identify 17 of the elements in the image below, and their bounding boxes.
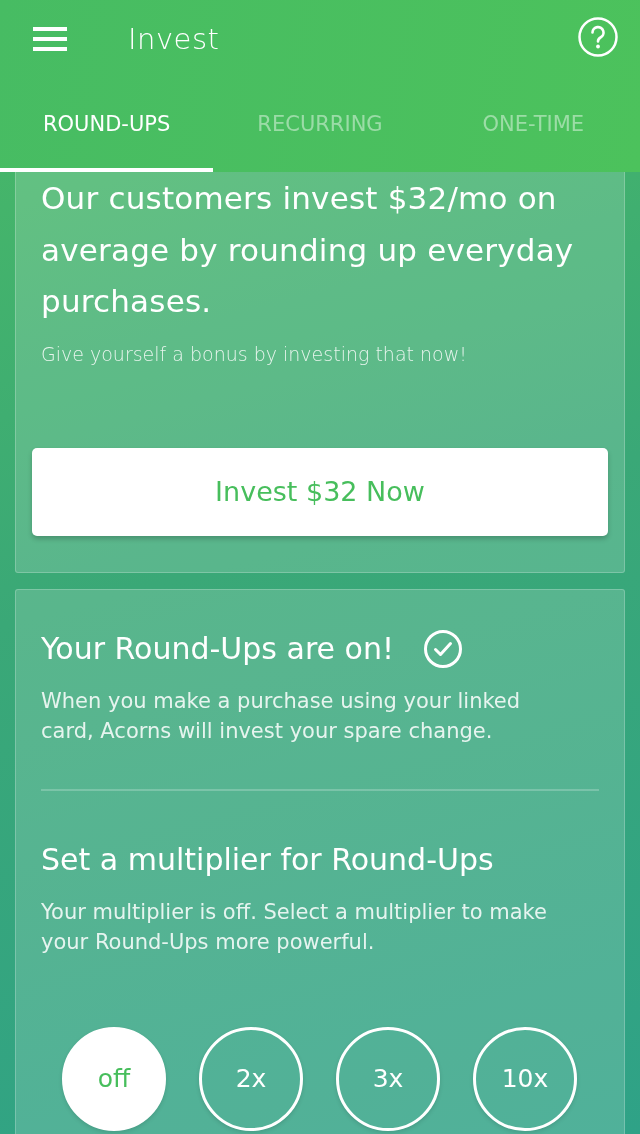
page-title: Invest: [128, 22, 221, 56]
multiplier-title: Set a multiplier for Round-Ups: [41, 840, 495, 879]
tab[interactable]: RECURRING: [213, 78, 427, 172]
multiplier-option[interactable]: 3x: [336, 1026, 440, 1131]
multiplier-option[interactable]: 10x: [473, 1026, 577, 1131]
help-icon[interactable]: [578, 17, 618, 57]
description-text: When you make a purchase using your linked card, Acorns will invest your spare change.: [41, 687, 522, 745]
tab[interactable]: ONE-TIME: [426, 78, 640, 172]
headline-text: Our customers invest $32/mo on average by rounding up everyday purchases.: [40, 179, 575, 321]
invest-button[interactable]: Invest $32 Now: [32, 447, 608, 536]
multiplier-option[interactable]: off: [62, 1026, 166, 1131]
multiplier-option[interactable]: 2x: [199, 1026, 303, 1131]
subtext: Give yourself a bonus by investing that now!: [40, 341, 468, 367]
menu-icon[interactable]: [33, 27, 67, 51]
section-title: Your Round-Ups are on!: [41, 629, 394, 668]
check-circle-icon: [423, 629, 462, 668]
multiplier-description: Your multiplier is off. Select a multiplier to make your Round-Ups more powerful.: [41, 898, 548, 956]
